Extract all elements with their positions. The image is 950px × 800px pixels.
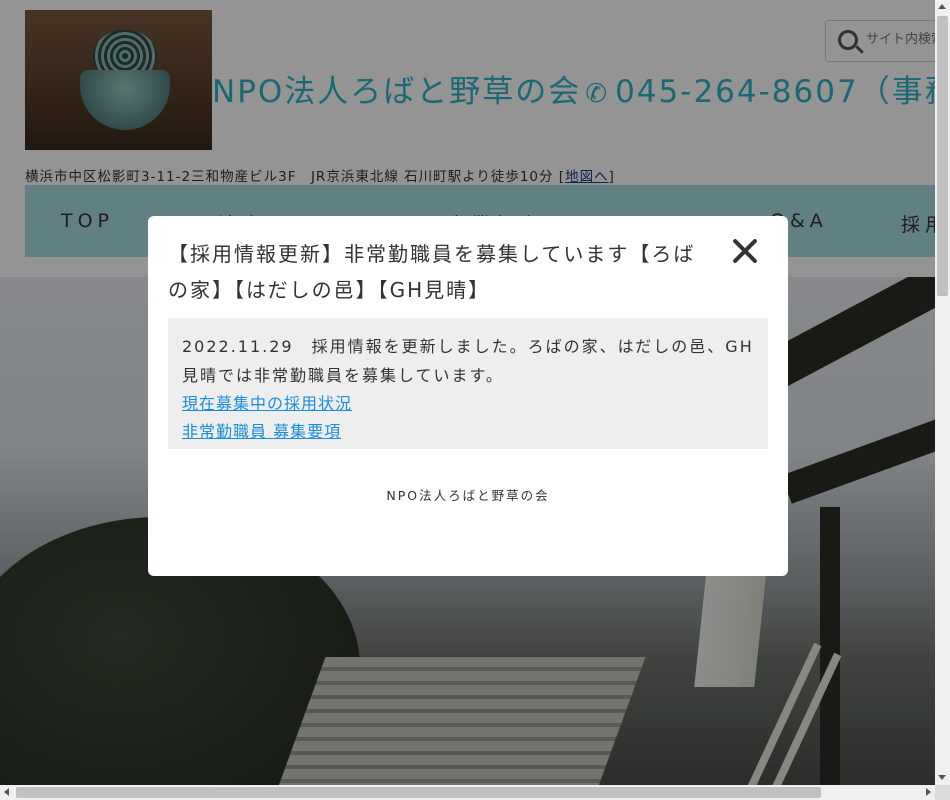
current-openings-link[interactable]: 現在募集中の採用状況 <box>182 390 754 418</box>
vertical-scrollbar[interactable] <box>935 0 950 785</box>
modal-title: 【採用情報更新】非常勤職員を募集しています【ろばの家】【はだしの邑】【GH見晴】 <box>168 242 696 302</box>
part-time-requirements-link[interactable]: 非常勤職員 募集要項 <box>182 418 754 446</box>
scroll-up-icon[interactable] <box>938 4 946 9</box>
scrollbar-corner <box>935 785 950 800</box>
modal-body: 2022.11.29 採用情報を更新しました。ろばの家、はだしの邑、GH見晴では… <box>168 318 768 449</box>
horizontal-scrollbar[interactable] <box>0 785 935 800</box>
announcement-modal: 【採用情報更新】非常勤職員を募集しています【ろばの家】【はだしの邑】【GH見晴】… <box>148 216 788 576</box>
close-icon[interactable] <box>727 234 763 270</box>
scroll-down-icon[interactable] <box>938 775 946 780</box>
modal-body-text: 2022.11.29 採用情報を更新しました。ろばの家、はだしの邑、GH見晴では… <box>182 337 754 385</box>
page: NPO法人ろばと野草の会✆045-264-8607（事務局） 横浜市中区松影町3… <box>0 0 935 785</box>
scroll-right-icon[interactable] <box>926 788 931 796</box>
vertical-scroll-thumb[interactable] <box>937 16 948 296</box>
scroll-left-icon[interactable] <box>4 788 9 796</box>
horizontal-scroll-thumb[interactable] <box>16 787 821 798</box>
modal-footer: NPO法人ろばと野草の会 <box>386 488 550 503</box>
